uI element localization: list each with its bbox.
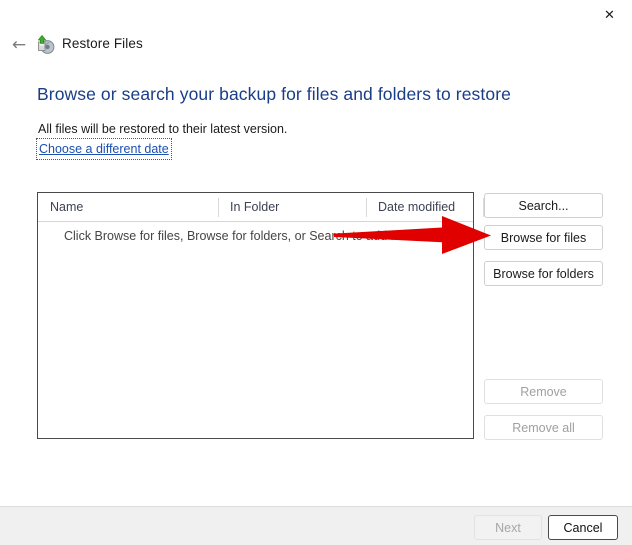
browse-for-files-button[interactable]: Browse for files <box>484 225 603 250</box>
search-button[interactable]: Search... <box>484 193 603 218</box>
next-button: Next <box>474 515 542 540</box>
remove-all-button: Remove all <box>484 415 603 440</box>
app-title: Restore Files <box>62 36 143 51</box>
listview-empty-placeholder: Click Browse for files, Browse for folde… <box>64 229 472 243</box>
column-header-date-modified[interactable]: Date modified <box>366 193 483 221</box>
subtitle-text: All files will be restored to their late… <box>38 122 288 136</box>
listview-column-header: Name In Folder Date modified <box>38 193 484 222</box>
choose-different-date-link[interactable]: Choose a different date <box>39 142 169 156</box>
dialog-footer: Next Cancel <box>0 506 632 545</box>
cancel-button[interactable]: Cancel <box>548 515 618 540</box>
restore-files-listview[interactable]: Name In Folder Date modified Click Brows… <box>37 192 484 439</box>
restore-files-icon <box>35 34 57 56</box>
back-arrow-icon[interactable]: ← <box>6 32 32 58</box>
column-header-name[interactable]: Name <box>38 193 218 221</box>
close-icon[interactable]: ✕ <box>587 0 632 30</box>
browse-for-folders-button[interactable]: Browse for folders <box>484 261 603 286</box>
title-bar: ✕ ← Restore Files <box>0 0 632 72</box>
choose-date-link-focus-ring: Choose a different date <box>36 138 172 160</box>
column-header-in-folder[interactable]: In Folder <box>218 193 366 221</box>
column-divider[interactable] <box>218 198 219 217</box>
column-divider[interactable] <box>366 198 367 217</box>
page-title: Browse or search your backup for files a… <box>37 84 511 104</box>
remove-button: Remove <box>484 379 603 404</box>
